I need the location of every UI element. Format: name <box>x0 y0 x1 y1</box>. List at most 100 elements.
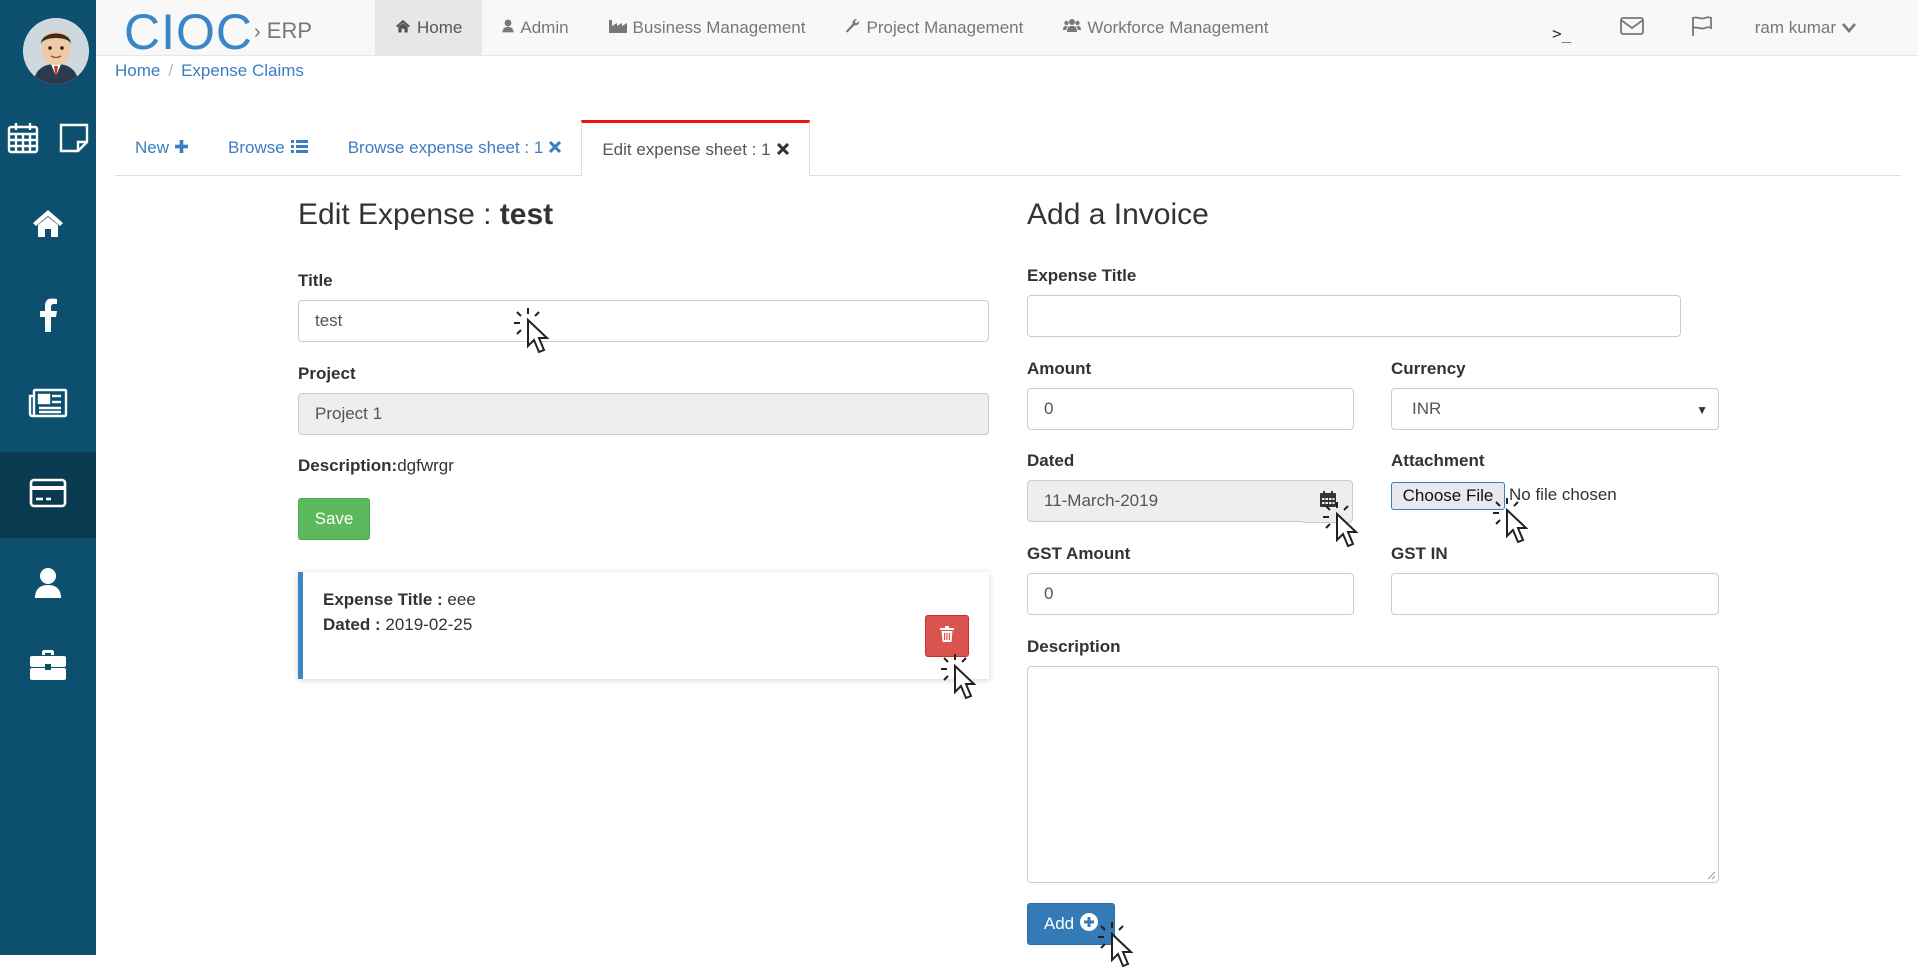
sidebar <box>0 0 96 955</box>
user-menu[interactable]: ram kumar <box>1737 0 1918 56</box>
dated-input[interactable]: 11-March-2019 <box>1027 480 1304 522</box>
add-invoice-button[interactable]: Add <box>1027 903 1115 945</box>
amount-input[interactable]: 0 <box>1027 388 1354 430</box>
date-picker-button[interactable] <box>1303 480 1353 523</box>
facebook-icon <box>38 298 58 337</box>
edit-heading-prefix: Edit Expense : <box>298 198 500 231</box>
add-button-label: Add <box>1043 914 1075 933</box>
description-value: dgfwrgr <box>397 456 454 475</box>
description-label: Description: <box>298 456 398 475</box>
sidebar-item-expenses[interactable] <box>0 452 96 538</box>
sidebar-item-news[interactable] <box>0 380 96 430</box>
nav-admin-label: Admin <box>520 18 569 37</box>
flag-icon <box>1691 15 1713 41</box>
attachment-label: Attachment <box>1391 451 1485 470</box>
gst-in-label: GST IN <box>1391 544 1448 563</box>
gst-amount-input[interactable]: 0 <box>1027 573 1354 615</box>
briefcase-icon <box>29 649 67 686</box>
caret-down-icon: ▼ <box>1696 403 1708 417</box>
sidebar-item-home[interactable] <box>0 200 96 250</box>
tab-browse-label: Browse <box>228 138 285 157</box>
nav-project-label: Project Management <box>866 18 1024 37</box>
home-icon <box>395 18 411 38</box>
main-nav: Home Admin Business Management Project M… <box>375 0 1288 56</box>
add-invoice-heading: Add a Invoice <box>1027 198 1209 231</box>
top-navbar: CIOC › ERP Home Admin Business Managemen… <box>96 0 1918 60</box>
sidebar-tools <box>0 115 96 165</box>
brand-logo[interactable]: CIOC <box>124 4 253 60</box>
gst-amount-label: GST Amount <box>1027 544 1131 563</box>
plus-circle-icon <box>1080 912 1099 936</box>
breadcrumb-current[interactable]: Expense Claims <box>181 61 304 81</box>
trash-icon <box>940 625 954 647</box>
invoice-description-textarea[interactable] <box>1027 666 1719 883</box>
breadcrumb-separator: / <box>168 61 174 80</box>
terminal-button[interactable]: >_ <box>1527 0 1597 56</box>
newspaper-icon <box>28 388 68 423</box>
tab-edit-expense-sheet[interactable]: Edit expense sheet : 1 <box>581 120 810 177</box>
breadcrumb-home[interactable]: Home <box>115 61 160 81</box>
brand-sub-text: ERP <box>266 18 313 43</box>
edit-heading-name: test <box>499 198 554 231</box>
expense-title-label: Expense Title <box>1027 266 1137 285</box>
expense-title-input[interactable] <box>1027 295 1681 337</box>
terminal-icon: >_ <box>1552 23 1572 43</box>
project-field: Project 1 <box>298 393 989 435</box>
nav-business[interactable]: Business Management <box>589 0 826 56</box>
nav-business-label: Business Management <box>632 18 806 37</box>
currency-select[interactable]: INR ▼ <box>1391 388 1719 430</box>
nav-project[interactable]: Project Management <box>825 0 1043 56</box>
file-status: No file chosen <box>1509 485 1617 504</box>
title-label: Title <box>298 271 333 290</box>
user-icon <box>502 18 514 38</box>
title-input[interactable]: test <box>298 300 989 342</box>
wrench-icon <box>845 18 860 38</box>
nav-workforce[interactable]: Workforce Management <box>1043 0 1288 56</box>
tab-edit-sheet-label: Edit expense sheet : 1 <box>602 139 771 159</box>
sidebar-item-work[interactable] <box>0 642 96 692</box>
delete-invoice-button[interactable] <box>925 615 969 657</box>
gst-in-input[interactable] <box>1391 573 1719 615</box>
messages-button[interactable] <box>1597 0 1667 56</box>
user-icon <box>34 567 62 604</box>
home-icon <box>31 208 65 243</box>
sidebar-item-social[interactable] <box>0 292 96 342</box>
tab-browse-expense-sheet[interactable]: Browse expense sheet : 1 <box>328 120 582 176</box>
currency-selected-value: INR <box>1412 399 1442 418</box>
plus-icon <box>175 138 189 158</box>
choose-file-button[interactable]: Choose File <box>1391 482 1505 510</box>
close-icon[interactable] <box>776 140 789 160</box>
envelope-icon <box>1619 16 1644 40</box>
avatar[interactable] <box>23 18 89 84</box>
tab-browse-sheet-label: Browse expense sheet : 1 <box>347 138 544 157</box>
user-name: ram kumar <box>1754 18 1836 37</box>
tab-new[interactable]: New <box>115 120 208 176</box>
amount-label: Amount <box>1027 359 1092 378</box>
calendar-icon <box>1319 491 1336 512</box>
nav-admin[interactable]: Admin <box>482 0 588 56</box>
currency-label: Currency <box>1391 359 1466 378</box>
sidebar-item-profile[interactable] <box>0 560 96 610</box>
invoice-title-row: Expense Title : eee <box>323 590 476 610</box>
nav-home-label: Home <box>417 18 463 37</box>
sticky-note-icon[interactable] <box>58 122 90 159</box>
project-label: Project <box>298 364 356 383</box>
save-button[interactable]: Save <box>298 498 370 540</box>
credit-card-icon <box>29 478 67 513</box>
chevron-right-icon: › <box>254 21 261 43</box>
tab-browse[interactable]: Browse <box>208 120 328 176</box>
invoice-card: Expense Title : eee Dated : 2019-02-25 <box>298 572 989 679</box>
calendar-icon[interactable] <box>6 121 40 160</box>
list-icon <box>290 138 308 158</box>
brand-subtitle: › ERP <box>254 18 312 44</box>
edit-expense-heading: Edit Expense : test <box>298 198 553 232</box>
invoice-description-label: Description <box>1027 637 1121 656</box>
invoice-dated-row: Dated : 2019-02-25 <box>323 615 472 635</box>
invoice-title-value: eee <box>447 590 476 609</box>
close-icon[interactable] <box>549 138 562 158</box>
notifications-button[interactable] <box>1667 0 1737 56</box>
chevron-down-icon <box>1842 18 1856 38</box>
tab-bar: New Browse Browse expense sheet : 1 Edit… <box>115 120 1901 177</box>
tab-new-label: New <box>135 138 170 157</box>
nav-home[interactable]: Home <box>375 0 483 56</box>
